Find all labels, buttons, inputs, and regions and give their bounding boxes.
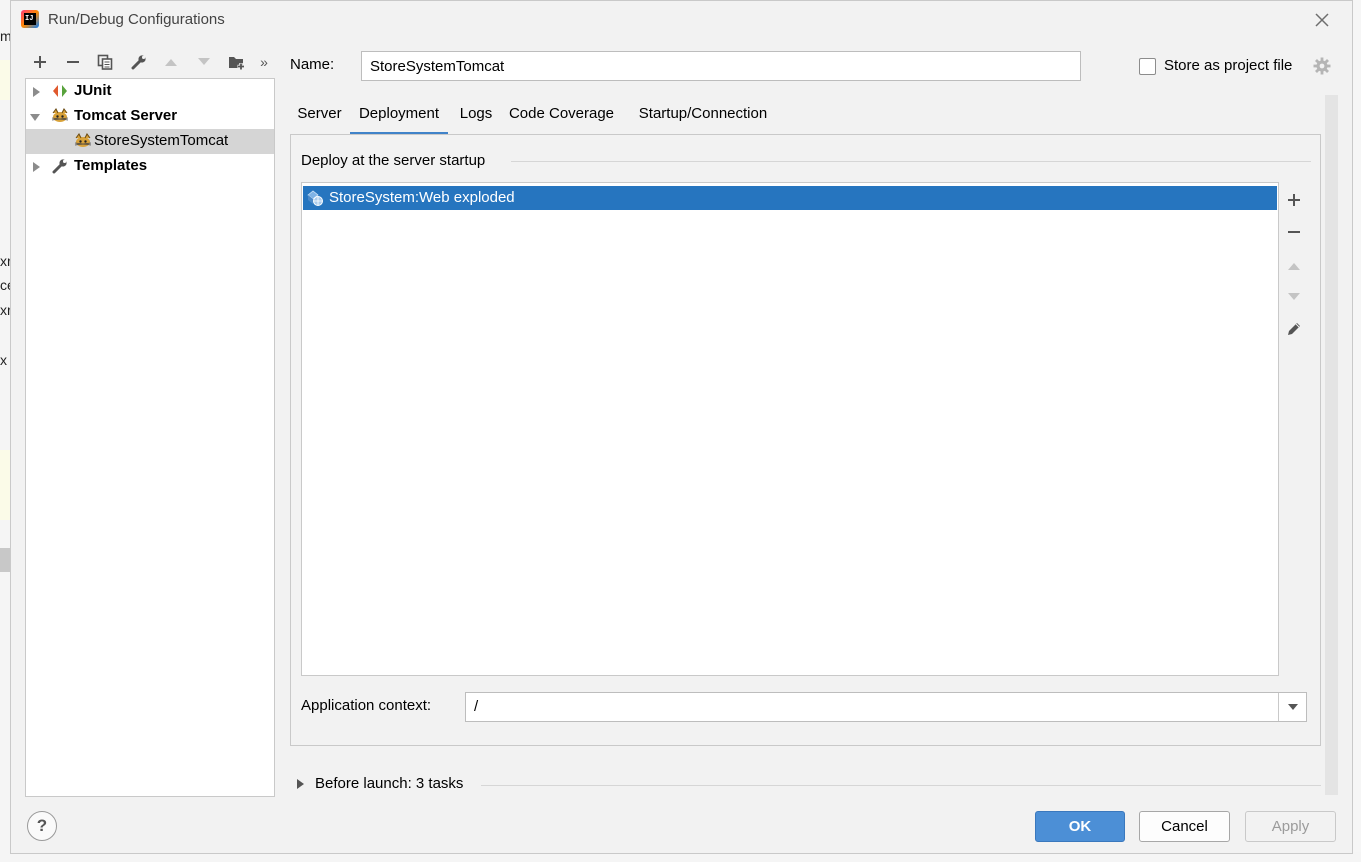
move-up-icon bbox=[165, 59, 177, 66]
copy-icon bbox=[97, 54, 113, 70]
tree-item-junit[interactable]: JUnit bbox=[26, 79, 274, 104]
name-label: Name: bbox=[290, 56, 335, 73]
web-artifact-icon bbox=[307, 190, 323, 206]
move-down-icon bbox=[198, 58, 210, 65]
section-divider bbox=[481, 785, 1321, 786]
move-down-button[interactable] bbox=[191, 49, 217, 75]
edit-icon bbox=[1288, 323, 1300, 335]
vertical-scrollbar[interactable] bbox=[1325, 95, 1338, 795]
remove-icon bbox=[67, 61, 79, 63]
store-as-project-checkbox[interactable] bbox=[1139, 58, 1156, 75]
application-context-value[interactable]: / bbox=[474, 698, 478, 715]
tab-startup-connection[interactable]: Startup/Connection bbox=[628, 97, 778, 135]
remove-artifact-button[interactable] bbox=[1283, 221, 1305, 243]
tree-item-label: StoreSystemTomcat bbox=[94, 132, 229, 149]
run-debug-configurations-dialog: IJ Run/Debug Configurations » JUnit Tomc… bbox=[10, 0, 1353, 854]
edit-artifact-button[interactable] bbox=[1283, 318, 1305, 340]
background-text-fragment: m bbox=[0, 28, 10, 44]
edit-defaults-button[interactable] bbox=[126, 49, 152, 75]
tree-item-label: JUnit bbox=[74, 82, 112, 99]
background-text-fragment: x bbox=[0, 352, 7, 368]
tomcat-icon bbox=[51, 107, 69, 125]
new-folder-button[interactable] bbox=[224, 49, 250, 75]
junit-icon bbox=[51, 82, 69, 100]
combobox-divider bbox=[1278, 693, 1279, 721]
background-ide-right-edge bbox=[1353, 0, 1361, 862]
name-input[interactable] bbox=[361, 51, 1081, 81]
expand-arrow-icon[interactable] bbox=[30, 86, 42, 98]
move-up-icon bbox=[1288, 263, 1300, 270]
expand-arrow-icon[interactable] bbox=[30, 161, 42, 173]
application-context-combobox[interactable]: / bbox=[465, 692, 1307, 722]
artifact-list: StoreSystem:Web exploded bbox=[301, 182, 1279, 676]
collapse-arrow-icon[interactable] bbox=[29, 111, 41, 123]
background-text-fragment: ce bbox=[0, 277, 10, 293]
background-highlight bbox=[0, 60, 10, 100]
add-icon bbox=[1288, 194, 1300, 206]
tab-logs[interactable]: Logs bbox=[456, 97, 496, 135]
tree-item-tomcat-server[interactable]: Tomcat Server bbox=[26, 104, 274, 129]
expand-arrow-icon[interactable] bbox=[295, 778, 305, 790]
window-title: Run/Debug Configurations bbox=[48, 11, 225, 28]
tree-item-label: Templates bbox=[74, 157, 148, 174]
tomcat-icon bbox=[74, 132, 92, 150]
background-text-fragment: xr bbox=[0, 253, 10, 269]
cancel-button[interactable]: Cancel bbox=[1139, 811, 1230, 842]
add-icon bbox=[34, 56, 46, 68]
tab-deployment[interactable]: Deployment bbox=[350, 97, 448, 135]
tree-item-templates[interactable]: Templates bbox=[26, 154, 274, 179]
application-context-label: Application context: bbox=[301, 697, 432, 714]
tab-server[interactable]: Server bbox=[290, 97, 349, 135]
store-as-project-label[interactable]: Store as project file bbox=[1164, 57, 1292, 74]
section-divider bbox=[511, 161, 1311, 162]
remove-icon bbox=[1288, 231, 1300, 233]
close-icon[interactable] bbox=[1312, 10, 1332, 30]
move-up-button[interactable] bbox=[158, 49, 184, 75]
configurations-toolbar: » bbox=[25, 49, 277, 77]
background-highlight bbox=[0, 450, 10, 520]
background-text-fragment: xr bbox=[0, 302, 10, 318]
wrench-icon bbox=[51, 157, 69, 175]
more-icon[interactable]: » bbox=[254, 49, 274, 75]
add-configuration-button[interactable] bbox=[27, 49, 53, 75]
gear-icon[interactable] bbox=[1313, 57, 1331, 75]
move-artifact-down-button[interactable] bbox=[1283, 286, 1305, 308]
list-item-label: StoreSystem:Web exploded bbox=[329, 189, 515, 206]
list-item[interactable]: StoreSystem:Web exploded bbox=[303, 186, 1277, 210]
deploy-section-title: Deploy at the server startup bbox=[301, 152, 486, 169]
configuration-tree: JUnit Tomcat Server StoreSystemTomcat Te… bbox=[25, 78, 275, 797]
before-launch-label[interactable]: Before launch: 3 tasks bbox=[315, 775, 463, 792]
tab-code-coverage[interactable]: Code Coverage bbox=[503, 97, 620, 135]
deployment-panel: Deploy at the server startup StoreSystem… bbox=[290, 134, 1321, 746]
chevron-down-icon[interactable] bbox=[1287, 702, 1299, 712]
add-artifact-button[interactable] bbox=[1283, 189, 1305, 211]
title-bar: IJ Run/Debug Configurations bbox=[11, 1, 1352, 39]
tree-item-storesystemtomcat[interactable]: StoreSystemTomcat bbox=[26, 129, 274, 154]
copy-configuration-button[interactable] bbox=[92, 49, 118, 75]
background-gutter bbox=[0, 548, 10, 572]
move-down-icon bbox=[1288, 293, 1300, 300]
ok-button[interactable]: OK bbox=[1035, 811, 1125, 842]
remove-configuration-button[interactable] bbox=[60, 49, 86, 75]
intellij-logo-icon: IJ bbox=[21, 10, 39, 28]
new-folder-icon bbox=[229, 57, 245, 70]
wrench-icon bbox=[131, 55, 146, 70]
help-button[interactable]: ? bbox=[27, 811, 57, 841]
background-ide-left-edge bbox=[0, 0, 10, 862]
tree-item-label: Tomcat Server bbox=[74, 107, 178, 124]
apply-button[interactable]: Apply bbox=[1245, 811, 1336, 842]
move-artifact-up-button[interactable] bbox=[1283, 255, 1305, 277]
